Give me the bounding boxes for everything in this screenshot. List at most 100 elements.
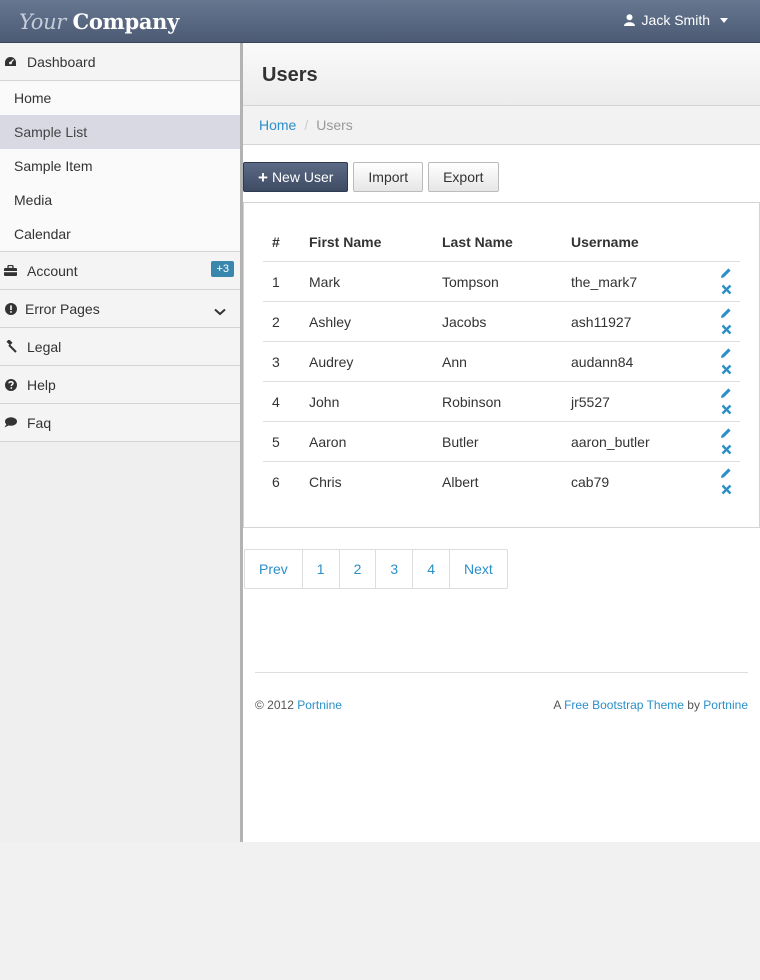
sidebar-item-dashboard[interactable]: Dashboard xyxy=(0,43,240,81)
user-icon xyxy=(623,14,635,26)
table-row: 3 Audrey Ann audann84 xyxy=(263,341,740,382)
sidebar-item-media[interactable]: Media xyxy=(0,183,240,217)
sidebar-label-faq: Faq xyxy=(27,414,52,431)
column-header-last-name[interactable]: Last Name xyxy=(441,223,570,262)
plus-icon: + xyxy=(258,167,268,187)
sidebar-item-faq[interactable]: Faq xyxy=(0,404,240,442)
table-header-row: # First Name Last Name Username xyxy=(263,223,740,262)
credits-prefix: A xyxy=(553,698,561,712)
free-theme-link[interactable]: Free Bootstrap Theme xyxy=(564,698,684,712)
cell-actions xyxy=(712,421,740,462)
edit-icon[interactable] xyxy=(720,386,732,402)
page-title: Users xyxy=(262,64,318,86)
export-button[interactable]: Export xyxy=(428,162,499,192)
sidebar-label-account: Account xyxy=(27,262,78,279)
sidebar-item-home[interactable]: Home xyxy=(0,81,240,115)
cell-username: cab79 xyxy=(570,461,712,501)
edit-icon[interactable] xyxy=(720,306,732,322)
users-table: # First Name Last Name Username 1 Mark Tom… xyxy=(263,223,740,501)
sidebar-item-calendar[interactable]: Calendar xyxy=(0,217,240,251)
cell-number: 5 xyxy=(263,421,308,462)
footer-divider xyxy=(255,672,748,673)
column-header-username[interactable]: Username xyxy=(570,223,712,262)
table-row: 4 John Robinson jr5527 xyxy=(263,381,740,422)
cell-last-name: Ann xyxy=(441,341,570,382)
pagination: Prev 1 2 3 4 Next xyxy=(244,549,508,589)
pagination-page-3[interactable]: 3 xyxy=(375,550,412,588)
column-header-actions xyxy=(712,223,740,262)
gavel-icon xyxy=(4,340,17,353)
column-header-number[interactable]: # xyxy=(263,223,308,262)
pagination-page-4[interactable]: 4 xyxy=(412,550,449,588)
cell-last-name: Robinson xyxy=(441,381,570,422)
edit-icon[interactable] xyxy=(720,466,732,482)
new-user-button[interactable]: + New User xyxy=(243,162,349,192)
breadcrumb-home[interactable]: Home xyxy=(259,117,296,133)
delete-icon[interactable] xyxy=(721,282,732,298)
user-menu[interactable]: Jack Smith xyxy=(623,12,728,28)
edit-icon[interactable] xyxy=(720,426,732,442)
exclamation-icon xyxy=(4,302,17,315)
table-row: 2 Ashley Jacobs ash11927 xyxy=(263,301,740,342)
brand-light: Your xyxy=(19,10,67,34)
cell-actions xyxy=(712,341,740,382)
pagination-next[interactable]: Next xyxy=(448,550,507,588)
import-button[interactable]: Import xyxy=(353,162,424,192)
footer-copyright: © 2012 Portnine xyxy=(255,698,342,712)
main-content: Users Home / Users + New User Import Exp… xyxy=(243,43,760,842)
edit-icon[interactable] xyxy=(720,266,732,282)
cell-username: aaron_butler xyxy=(570,421,712,462)
pagination-page-2[interactable]: 2 xyxy=(338,550,376,588)
chevron-down-icon xyxy=(214,303,226,319)
delete-icon[interactable] xyxy=(721,402,732,418)
footer-portnine-link[interactable]: Portnine xyxy=(297,698,342,712)
table-row: 5 Aaron Butler aaron_butler xyxy=(263,421,740,462)
cell-actions xyxy=(712,261,740,302)
page-background xyxy=(0,842,760,980)
cell-first-name: Chris xyxy=(308,461,441,501)
delete-icon[interactable] xyxy=(721,362,732,378)
sidebar-item-sample-list[interactable]: Sample List xyxy=(0,115,240,149)
footer-credits: A Free Bootstrap Theme by Portnine xyxy=(553,698,748,712)
sidebar-label-error-pages: Error Pages xyxy=(25,300,100,317)
credits-by: by xyxy=(687,698,700,712)
edit-icon[interactable] xyxy=(720,346,732,362)
sidebar-item-legal[interactable]: Legal xyxy=(0,328,240,366)
toolbar: + New User Import Export xyxy=(243,162,499,192)
users-table-panel: # First Name Last Name Username 1 Mark Tom… xyxy=(243,202,760,528)
breadcrumb: Home / Users xyxy=(243,106,760,145)
brand-logo[interactable]: Your Company xyxy=(19,9,179,34)
pagination-prev[interactable]: Prev xyxy=(245,550,302,588)
breadcrumb-current: Users xyxy=(316,117,353,133)
sidebar-item-account[interactable]: Account +3 xyxy=(0,252,240,290)
cell-number: 2 xyxy=(263,301,308,342)
briefcase-icon xyxy=(4,264,17,277)
cell-number: 1 xyxy=(263,261,308,302)
cell-number: 6 xyxy=(263,461,308,501)
sidebar: Dashboard Home Sample List Sample Item M… xyxy=(0,43,240,442)
sidebar-item-help[interactable]: Help xyxy=(0,366,240,404)
footer-portnine-link-2[interactable]: Portnine xyxy=(703,698,748,712)
column-header-first-name[interactable]: First Name xyxy=(308,223,441,262)
copyright-text: © 2012 xyxy=(255,698,294,712)
cell-first-name: Aaron xyxy=(308,421,441,462)
dashboard-submenu: Home Sample List Sample Item Media Calen… xyxy=(0,81,240,252)
pagination-page-1[interactable]: 1 xyxy=(301,550,339,588)
cell-last-name: Butler xyxy=(441,421,570,462)
sidebar-item-error-pages[interactable]: Error Pages xyxy=(0,290,240,328)
cell-last-name: Albert xyxy=(441,461,570,501)
cell-actions xyxy=(712,381,740,422)
cell-username: audann84 xyxy=(570,341,712,382)
cell-first-name: Ashley xyxy=(308,301,441,342)
cell-first-name: John xyxy=(308,381,441,422)
breadcrumb-separator: / xyxy=(304,117,309,133)
cell-username: ash11927 xyxy=(570,301,712,342)
caret-down-icon xyxy=(720,17,728,23)
sidebar-item-sample-item[interactable]: Sample Item xyxy=(0,149,240,183)
table-row: 6 Chris Albert cab79 xyxy=(263,461,740,501)
top-navbar: Your Company Jack Smith xyxy=(0,0,760,43)
comment-icon xyxy=(4,416,17,429)
delete-icon[interactable] xyxy=(721,322,732,338)
delete-icon[interactable] xyxy=(721,482,732,498)
delete-icon[interactable] xyxy=(721,442,732,458)
